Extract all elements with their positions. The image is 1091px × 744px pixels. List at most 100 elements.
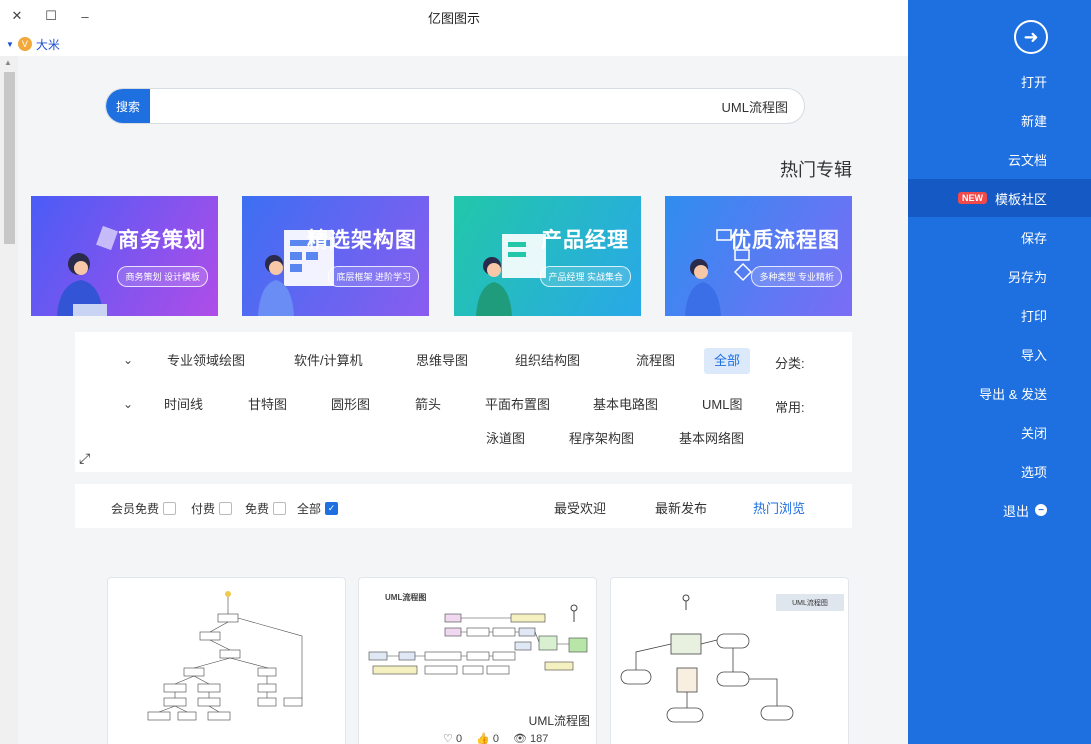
banner-title: 产品经理 xyxy=(541,229,629,252)
banner-subtitle: 产品经理 实战集合 xyxy=(540,266,631,287)
scrollbar[interactable]: ▲ xyxy=(0,56,18,744)
template-card[interactable] xyxy=(107,577,346,744)
sidebar-item-options[interactable]: 选项 xyxy=(908,452,1091,490)
sidebar-item-label: 保存 xyxy=(1020,230,1047,246)
sort-tab-popular[interactable]: 最受欢迎 xyxy=(554,498,606,517)
checkbox-box xyxy=(163,502,177,515)
filter-paid-checkbox[interactable]: 付费 xyxy=(191,500,233,517)
sidebar-item-import[interactable]: 导入 xyxy=(908,335,1091,373)
eye-icon: 👁 xyxy=(512,733,527,744)
expand-icon[interactable]: ⤢ xyxy=(79,450,90,467)
sidebar-item-open[interactable]: 打开 xyxy=(908,62,1091,100)
common-chip[interactable]: 甘特图 xyxy=(238,392,297,418)
exit-icon: − xyxy=(1035,504,1047,516)
category-chip[interactable]: 组织结构图 xyxy=(505,348,590,374)
card-title: UML流程图 xyxy=(528,714,590,728)
common-chip[interactable]: 时间线 xyxy=(154,392,213,418)
common-chip[interactable]: UML图 xyxy=(692,392,752,418)
user-menu[interactable]: ▼ V 大米 xyxy=(0,32,908,56)
common-chip[interactable]: 基本电路图 xyxy=(583,392,668,418)
chevron-down-icon[interactable]: ⌄ xyxy=(123,397,133,411)
checkbox-box xyxy=(219,502,233,515)
banner-product-manager[interactable]: 产品经理 产品经理 实战集合 xyxy=(454,196,641,316)
sidebar-item-label: 模板社区 xyxy=(994,191,1047,207)
category-label: 分类: xyxy=(775,356,805,371)
sidebar-item-export[interactable]: 导出 & 发送 xyxy=(908,374,1091,412)
banner-title: 精选架构图 xyxy=(307,229,417,252)
sidebar-item-label: 导入 xyxy=(1020,347,1047,363)
template-card[interactable]: UML流程图 xyxy=(610,577,849,744)
sort-tab-hot[interactable]: 热门浏览 xyxy=(753,498,805,517)
sort-tab-latest[interactable]: 最新发布 xyxy=(655,498,707,517)
banner-flowchart[interactable]: 优质流程图 多种类型 专业精析 xyxy=(665,196,852,316)
sidebar-item-cloud-docs[interactable]: 云文档 xyxy=(908,140,1091,178)
sidebar-item-save[interactable]: 保存 xyxy=(908,218,1091,256)
filter-panel: 分类: 全部 流程图 组织结构图 思维导图 软件/计算机 专业领域绘图 ⌄ 常用… xyxy=(75,332,852,472)
caret-down-icon: ▼ xyxy=(6,39,14,49)
common-label: 常用: xyxy=(775,400,805,415)
sidebar-item-label: 打开 xyxy=(1020,74,1047,90)
check-icon: ✓ xyxy=(325,502,339,515)
thumbs-up-icon: 👍 xyxy=(476,733,490,744)
banner-subtitle: 商务策划 设计模板 xyxy=(117,266,208,287)
person-illustration xyxy=(57,225,118,316)
common-chip[interactable]: 程序架构图 xyxy=(559,426,644,452)
sidebar-item-save-as[interactable]: 另存为 xyxy=(908,257,1091,295)
card-tag: UML流程图 xyxy=(776,594,844,611)
sidebar-item-exit[interactable]: 退出 − xyxy=(908,491,1091,529)
filter-free-checkbox[interactable]: 免费 xyxy=(245,500,287,517)
back-arrow-icon[interactable]: ➜ xyxy=(1014,20,1048,54)
category-chip[interactable]: 流程图 xyxy=(626,348,685,374)
sidebar-item-new[interactable]: 新建 xyxy=(908,101,1091,139)
category-chip[interactable]: 专业领域绘图 xyxy=(157,348,255,374)
window-title: 亿图图示 xyxy=(427,11,480,26)
sidebar-item-label: 云文档 xyxy=(1007,152,1047,168)
sidebar-item-label: 退出 xyxy=(1002,503,1029,519)
category-chip[interactable]: 软件/计算机 xyxy=(284,348,373,374)
hot-albums-title: 热门专辑 xyxy=(780,160,852,180)
scroll-thumb[interactable] xyxy=(4,72,15,244)
common-chip[interactable]: 泳道图 xyxy=(476,426,535,452)
sidebar-item-label: 导出 & 发送 xyxy=(979,386,1047,402)
chevron-down-icon[interactable]: ⌄ xyxy=(123,353,133,367)
sidebar-item-label: 打印 xyxy=(1020,308,1047,324)
filter-member-free-label: 会员免费 xyxy=(111,502,160,516)
banner-title: 优质流程图 xyxy=(730,229,840,252)
search-input[interactable] xyxy=(150,89,804,123)
filter-all-label: 全部 xyxy=(297,502,322,516)
template-card[interactable]: UML流程图 UML流程图 ♡ 0 👍 0 👁 187 xyxy=(358,577,597,744)
sidebar-item-label: 新建 xyxy=(1020,113,1047,129)
heart-icon: ♡ xyxy=(443,733,453,744)
banner-architecture[interactable]: 精选架构图 底层框架 进阶学习 xyxy=(242,196,429,316)
common-chip[interactable]: 基本网络图 xyxy=(669,426,754,452)
sidebar-item-label: 关闭 xyxy=(1020,425,1047,441)
diagram-thumbnail xyxy=(147,591,303,721)
sidebar-item-label: 另存为 xyxy=(1007,269,1047,285)
filter-paid-label: 付费 xyxy=(191,502,216,516)
common-chip[interactable]: 圆形图 xyxy=(321,392,380,418)
person-illustration xyxy=(476,234,546,316)
category-chip[interactable]: 思维导图 xyxy=(406,348,478,374)
search-button[interactable]: 搜索 xyxy=(106,89,150,123)
category-chip[interactable]: 全部 xyxy=(704,348,751,374)
checkbox-box xyxy=(273,502,287,515)
filter-member-free-checkbox[interactable]: 会员免费 xyxy=(111,500,177,517)
sidebar-item-template-community[interactable]: NEW 模板社区 xyxy=(908,179,1091,217)
card-stats: ♡ 0 👍 0 👁 187 xyxy=(443,732,548,744)
filter-all-checkbox[interactable]: 全部 ✓ xyxy=(297,500,339,517)
sort-bar: 热门浏览 最新发布 最受欢迎 全部 ✓ 免费 付费 会员免费 xyxy=(75,484,852,528)
vip-badge-icon: V xyxy=(17,37,32,51)
card-tag: UML流程图 xyxy=(385,593,427,602)
banner-title: 商务策划 xyxy=(118,229,206,252)
scroll-up-icon[interactable]: ▲ xyxy=(4,58,12,67)
sidebar-item-print[interactable]: 打印 xyxy=(908,296,1091,334)
common-chip[interactable]: 箭头 xyxy=(405,392,451,418)
common-chip[interactable]: 平面布置图 xyxy=(475,392,560,418)
banner-subtitle: 底层框架 进阶学习 xyxy=(328,266,419,287)
user-name: 大米 xyxy=(35,37,60,52)
sidebar-item-close[interactable]: 关闭 xyxy=(908,413,1091,451)
favorite-count: ♡ 0 xyxy=(443,733,463,744)
view-count: 👁 187 xyxy=(512,733,549,744)
new-badge: NEW xyxy=(957,192,987,204)
banner-business-plan[interactable]: 商务策划 商务策划 设计模板 xyxy=(31,196,218,316)
